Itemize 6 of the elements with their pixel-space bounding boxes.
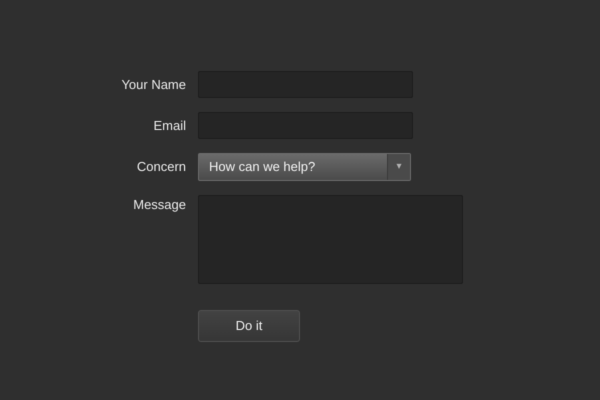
select-field[interactable]: How can we help? ▾: [198, 153, 411, 181]
field-label: Email: [153, 117, 186, 135]
field-label: Concern: [136, 158, 186, 176]
field-label: Your Name: [121, 76, 186, 94]
field-label: Message: [133, 196, 186, 214]
submit-button[interactable]: Do it: [198, 310, 300, 342]
